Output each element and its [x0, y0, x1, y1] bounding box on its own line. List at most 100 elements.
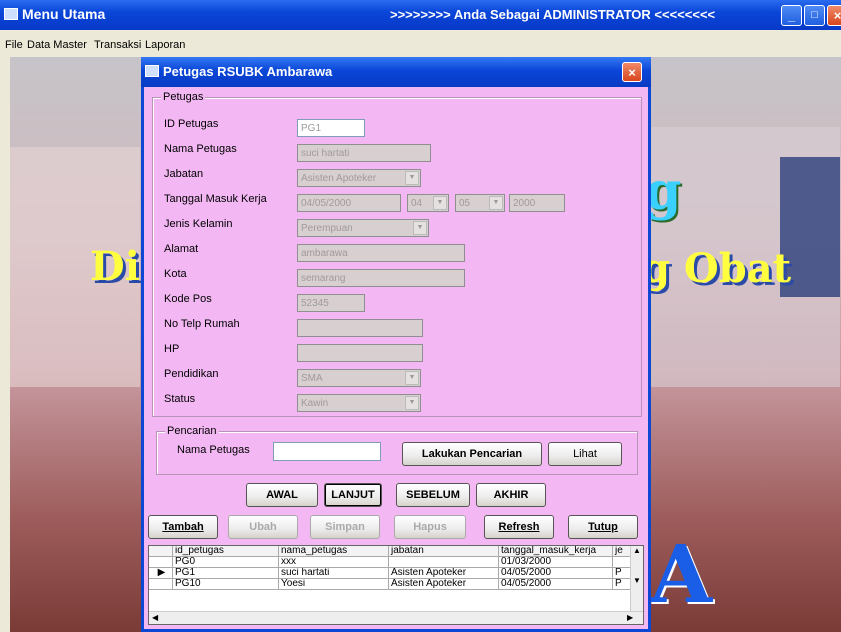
search-button[interactable]: Lakukan Pencarian	[402, 442, 542, 466]
label-jenis-kelamin: Jenis Kelamin	[164, 218, 233, 230]
day-select[interactable]: 04 ▼	[407, 194, 449, 212]
pendidikan-select[interactable]: SMA ▼	[297, 369, 421, 387]
prev-button[interactable]: SEBELUM	[396, 483, 470, 507]
dialog-title: Petugas RSUBK Ambarawa	[163, 64, 333, 79]
status-select[interactable]: Kawin ▼	[297, 394, 421, 412]
petugas-dialog: Petugas RSUBK Ambarawa × Petugas ID Petu…	[141, 57, 651, 632]
main-window-title: Menu Utama	[22, 6, 106, 22]
chevron-down-icon[interactable]: ▼	[405, 396, 419, 410]
refresh-button[interactable]: Refresh	[484, 515, 554, 539]
nama-petugas-field[interactable]: suci hartati	[297, 144, 431, 162]
no-telp-rumah-field[interactable]	[297, 319, 423, 337]
table-cell: suci hartati	[279, 568, 389, 579]
table-cell: 04/05/2000	[499, 579, 613, 590]
grid-vertical-scrollbar[interactable]: ▲ ▼	[630, 546, 643, 612]
grid-horizontal-scrollbar[interactable]: ◀ ▶	[149, 611, 643, 624]
month-select[interactable]: 05 ▼	[455, 194, 505, 212]
table-cell: 04/05/2000	[499, 568, 613, 579]
scroll-down-icon[interactable]: ▼	[633, 576, 641, 585]
petugas-grid[interactable]: id_petugas nama_petugas jabatan tanggal_…	[148, 545, 644, 625]
column-header[interactable]: tanggal_masuk_kerja	[499, 546, 613, 557]
background-text-right: g Obat	[642, 245, 792, 292]
dialog-window-icon	[145, 65, 159, 77]
app-window-icon	[4, 8, 18, 20]
delete-button[interactable]: Hapus	[394, 515, 466, 539]
menu-data-master[interactable]: Data Master	[27, 39, 87, 51]
chevron-down-icon[interactable]: ▼	[405, 171, 419, 185]
status-value: Kawin	[301, 398, 329, 409]
add-button[interactable]: Tambah	[148, 515, 218, 539]
month-value: 05	[459, 198, 471, 209]
label-tanggal-masuk-kerja: Tanggal Masuk Kerja	[164, 193, 267, 205]
label-hp: HP	[164, 343, 180, 355]
column-header[interactable]: jabatan	[389, 546, 499, 557]
id-petugas-field[interactable]: PG1	[297, 119, 365, 137]
table-row[interactable]: PG0 xxx 01/03/2000	[149, 557, 643, 568]
menu-transaksi[interactable]: Transaksi	[94, 39, 141, 51]
label-id-petugas: ID Petugas	[164, 118, 219, 130]
label-kode-pos: Kode Pos	[164, 293, 212, 305]
first-button[interactable]: AWAL	[246, 483, 318, 507]
search-input[interactable]	[273, 442, 381, 461]
scroll-right-icon[interactable]: ▶	[627, 613, 633, 622]
label-no-telp-rumah: No Telp Rumah	[164, 318, 240, 330]
menu-laporan[interactable]: Laporan	[145, 39, 185, 51]
last-button[interactable]: AKHIR	[476, 483, 546, 507]
kota-field[interactable]: semarang	[297, 269, 465, 287]
label-kota: Kota	[164, 268, 187, 280]
pendidikan-value: SMA	[301, 373, 323, 384]
jabatan-value: Asisten Apoteker	[301, 173, 377, 184]
label-alamat: Alamat	[164, 243, 199, 255]
table-cell: PG1	[173, 568, 279, 579]
next-button[interactable]: LANJUT	[324, 483, 382, 507]
pencarian-group-label: Pencarian	[165, 425, 219, 437]
label-pendidikan: Pendidikan	[164, 368, 219, 380]
column-header[interactable]: je	[613, 546, 631, 557]
row-pointer-icon: ▶	[149, 568, 173, 579]
alamat-field[interactable]: ambarawa	[297, 244, 465, 262]
kode-pos-field[interactable]: 52345	[297, 294, 365, 312]
close-dialog-button[interactable]: Tutup	[568, 515, 638, 539]
table-row[interactable]: PG10 Yoesi Asisten Apoteker 04/05/2000 P	[149, 579, 643, 590]
table-cell: P	[613, 579, 631, 590]
table-cell: P	[613, 568, 631, 579]
scroll-up-icon[interactable]: ▲	[633, 546, 641, 555]
main-title-bar: Menu Utama >>>>>>>> Anda Sebagai ADMINIS…	[0, 0, 841, 30]
jabatan-select[interactable]: Asisten Apoteker ▼	[297, 169, 421, 187]
scroll-left-icon[interactable]: ◀	[152, 613, 158, 622]
tanggal-masuk-field[interactable]: 04/05/2000	[297, 194, 401, 212]
label-jabatan: Jabatan	[164, 168, 204, 180]
background-text-left: Di	[90, 243, 140, 290]
grid-header-row: id_petugas nama_petugas jabatan tanggal_…	[149, 546, 643, 557]
table-row-selected[interactable]: ▶ PG1 suci hartati Asisten Apoteker 04/0…	[149, 568, 643, 579]
maximize-button[interactable]: □	[804, 5, 825, 26]
table-cell	[613, 557, 631, 568]
column-header[interactable]: nama_petugas	[279, 546, 389, 557]
admin-caption: >>>>>>>> Anda Sebagai ADMINISTRATOR <<<<…	[390, 7, 716, 22]
chevron-down-icon[interactable]: ▼	[413, 221, 427, 235]
background-text-bottom: A	[650, 527, 713, 621]
jenis-kelamin-value: Perempuan	[301, 223, 353, 234]
label-nama-petugas: Nama Petugas	[164, 143, 237, 155]
jenis-kelamin-select[interactable]: Perempuan ▼	[297, 219, 429, 237]
chevron-down-icon[interactable]: ▼	[433, 196, 447, 210]
dialog-close-button[interactable]: ×	[622, 62, 642, 82]
menu-file[interactable]: File	[5, 39, 23, 51]
edit-button[interactable]: Ubah	[228, 515, 298, 539]
dialog-title-bar: Petugas RSUBK Ambarawa ×	[141, 57, 651, 87]
view-button[interactable]: Lihat	[548, 442, 622, 466]
save-button[interactable]: Simpan	[310, 515, 380, 539]
table-cell	[389, 557, 499, 568]
hp-field[interactable]	[297, 344, 423, 362]
table-cell: Asisten Apoteker	[389, 579, 499, 590]
column-header[interactable]: id_petugas	[173, 546, 279, 557]
close-button[interactable]: ×	[827, 5, 841, 26]
year-field[interactable]: 2000	[509, 194, 565, 212]
petugas-group-label: Petugas	[161, 91, 206, 103]
table-cell: xxx	[279, 557, 389, 568]
table-cell: PG0	[173, 557, 279, 568]
label-status: Status	[164, 393, 196, 405]
minimize-button[interactable]: _	[781, 5, 802, 26]
chevron-down-icon[interactable]: ▼	[405, 371, 419, 385]
chevron-down-icon[interactable]: ▼	[489, 196, 503, 210]
